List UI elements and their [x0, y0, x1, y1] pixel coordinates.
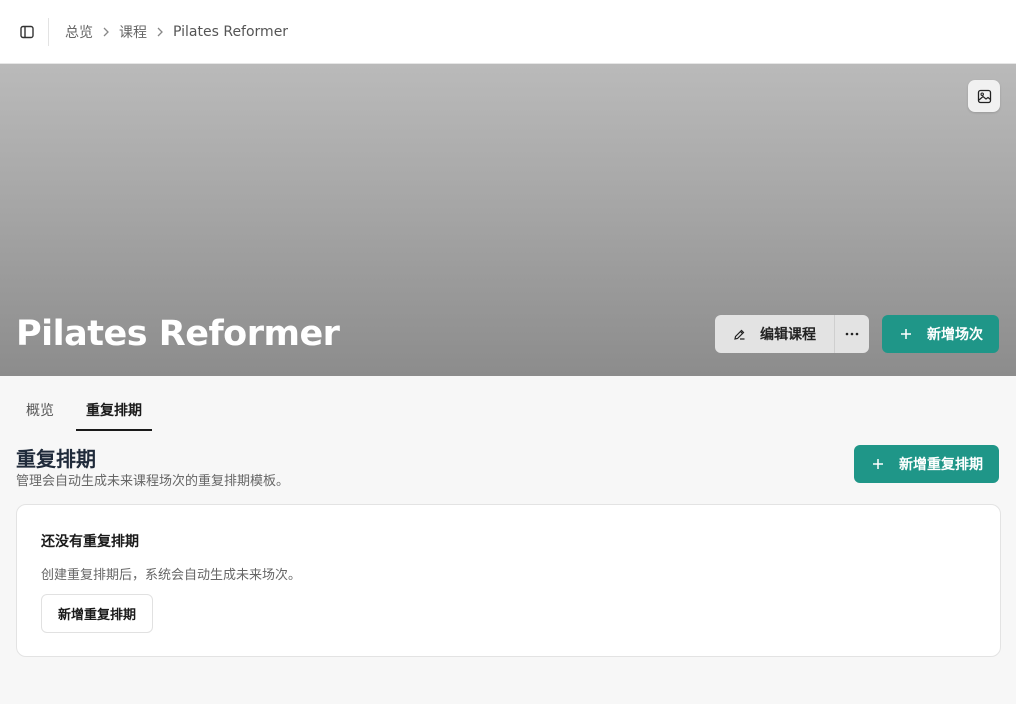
empty-state-add-button[interactable]: 新增重复排期	[41, 594, 154, 633]
breadcrumb-current: Pilates Reformer	[173, 23, 289, 40]
add-session-label: 新增场次	[927, 327, 983, 343]
edit-course-label: 编辑课程	[760, 327, 816, 343]
empty-state-card: 还没有重复排期 创建重复排期后，系统会自动生成未来场次。 新增重复排期	[16, 504, 1001, 657]
change-cover-button[interactable]	[968, 80, 1000, 112]
sidebar-toggle-icon[interactable]	[16, 21, 38, 43]
course-tabs: 概览 重复排期	[16, 392, 164, 431]
tab-recurring-schedules[interactable]: 重复排期	[76, 392, 152, 431]
add-session-button[interactable]: 新增场次	[882, 315, 999, 353]
course-hero: Pilates Reformer 编辑课程 新增场次	[0, 64, 1016, 376]
edit-course-button[interactable]: 编辑课程	[715, 315, 835, 353]
plus-icon	[900, 328, 912, 340]
more-actions-button[interactable]	[835, 315, 869, 353]
add-recurring-schedule-button[interactable]: 新增重复排期	[854, 445, 999, 483]
breadcrumb-overview[interactable]: 总览	[65, 22, 93, 42]
image-icon	[977, 89, 992, 104]
plus-icon	[872, 458, 884, 470]
section-description: 管理会自动生成未来课程场次的重复排期模板。	[16, 474, 290, 489]
top-bar: 总览 课程 Pilates Reformer	[0, 0, 1016, 64]
empty-state-description: 创建重复排期后，系统会自动生成未来场次。	[41, 568, 302, 583]
topbar-divider	[48, 17, 49, 46]
breadcrumb: 总览 课程 Pilates Reformer	[65, 22, 288, 42]
pencil-icon	[733, 328, 746, 341]
hero-actions: 编辑课程 新增场次	[715, 315, 999, 353]
section-title: 重复排期	[16, 447, 96, 471]
chevron-right-icon	[156, 27, 164, 37]
course-title: Pilates Reformer	[16, 314, 340, 354]
chevron-right-icon	[102, 27, 110, 37]
add-recurring-schedule-label: 新增重复排期	[899, 457, 983, 473]
breadcrumb-courses[interactable]: 课程	[119, 22, 147, 42]
tab-overview[interactable]: 概览	[16, 392, 64, 431]
more-horizontal-icon	[845, 332, 859, 336]
edit-button-group: 编辑课程	[715, 315, 869, 353]
app-page: 总览 课程 Pilates Reformer Pilates Reformer	[0, 0, 1016, 704]
empty-state-title: 还没有重复排期	[41, 534, 139, 550]
